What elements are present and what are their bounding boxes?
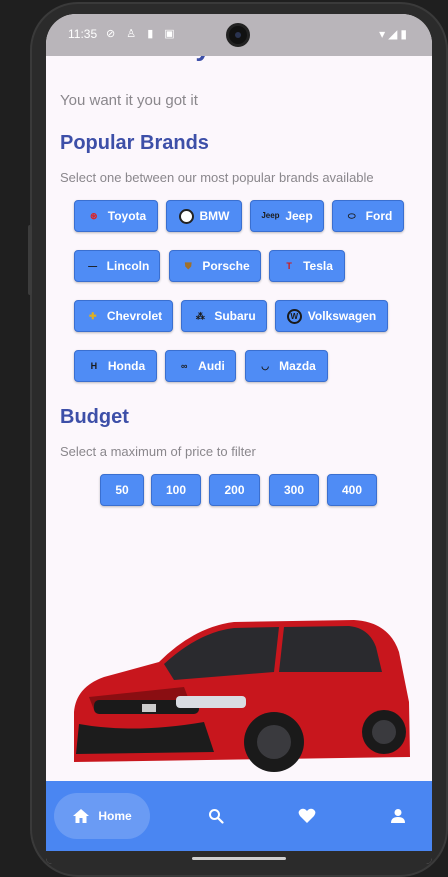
bottom-navigation: Home <box>46 781 432 851</box>
search-icon <box>209 809 224 824</box>
brand-label: Honda <box>107 359 146 373</box>
brand-chip-chevrolet[interactable]: ✚ Chevrolet <box>74 300 173 332</box>
brand-chip-mazda[interactable]: ◡ Mazda <box>245 350 328 382</box>
lincoln-logo-icon: ― <box>88 261 98 271</box>
brand-chip-toyota[interactable]: ⊛ Toyota <box>74 200 158 232</box>
brands-heading: Popular Brands <box>60 132 209 154</box>
budget-option-50[interactable]: 50 <box>100 474 144 506</box>
nav-home[interactable]: Home <box>54 793 150 839</box>
brand-label: Chevrolet <box>106 309 163 323</box>
volkswagen-logo-icon: W <box>286 308 302 324</box>
ford-logo-icon: ⬭ <box>347 211 356 221</box>
car-image <box>74 620 410 772</box>
brand-chip-ford[interactable]: ⬭ Ford <box>332 200 404 232</box>
side-button <box>28 225 32 295</box>
brand-label: Subaru <box>214 309 256 323</box>
nav-favorites[interactable] <box>287 793 327 839</box>
home-icon <box>73 809 90 823</box>
status-bar: 11:35 ⊘ ♙ ▮ ▣ ▾◢▮ <box>46 14 432 56</box>
mazda-logo-icon: ◡ <box>261 361 270 371</box>
brand-label: Lincoln <box>106 259 150 273</box>
brand-chip-porsche[interactable]: ⛊ Porsche <box>169 250 261 282</box>
brand-label: BMW <box>199 209 230 223</box>
brand-label: Toyota <box>107 209 147 223</box>
nav-home-label: Home <box>98 809 132 823</box>
brand-chip-bmw[interactable]: BMW <box>166 200 242 232</box>
brand-chip-tesla[interactable]: T Tesla <box>269 250 345 282</box>
home-indicator[interactable] <box>192 857 286 860</box>
subaru-logo-icon: ⁂ <box>195 311 205 321</box>
bmw-logo-icon <box>178 208 194 224</box>
brand-chip-volkswagen[interactable]: W Volkswagen <box>275 300 388 332</box>
brand-label: Porsche <box>202 259 250 273</box>
status-time: 11:35 <box>68 27 98 41</box>
porsche-logo-icon: ⛊ <box>184 261 192 271</box>
app-screen: Drive in style You want it you got it Po… <box>46 14 432 864</box>
nav-profile[interactable] <box>378 793 418 839</box>
person-icon <box>391 809 405 823</box>
brand-label: Ford <box>365 209 393 223</box>
brand-chip-jeep[interactable]: Jeep Jeep <box>250 200 324 232</box>
brand-label: Audi <box>198 359 225 373</box>
signal-battery-icons: ▾◢▮ <box>379 27 410 41</box>
page-subtitle: You want it you got it <box>60 92 198 109</box>
brand-label: Tesla <box>303 259 333 273</box>
front-camera <box>226 23 250 47</box>
heart-icon <box>298 808 316 823</box>
brand-chip-subaru[interactable]: ⁂ Subaru <box>181 300 267 332</box>
notification-icons: ⊘ ♙ ▮ ▣ <box>106 28 179 40</box>
jeep-logo-icon: Jeep <box>261 211 280 220</box>
brands-hint: Select one between our most popular bran… <box>60 170 374 185</box>
toyota-logo-icon: ⊛ <box>89 211 98 221</box>
budget-hint: Select a maximum of price to filter <box>60 444 256 459</box>
honda-logo-icon: H <box>90 361 98 371</box>
brand-chip-honda[interactable]: H Honda <box>74 350 157 382</box>
budget-option-200[interactable]: 200 <box>209 474 260 506</box>
audi-logo-icon: ∞ <box>180 361 188 371</box>
tesla-logo-icon: T <box>286 261 292 271</box>
budget-option-100[interactable]: 100 <box>151 474 201 506</box>
brand-label: Volkswagen <box>307 309 377 323</box>
brand-label: Jeep <box>285 209 313 223</box>
brand-label: Mazda <box>279 359 316 373</box>
brand-chip-lincoln[interactable]: ― Lincoln <box>74 250 160 282</box>
budget-heading: Budget <box>60 406 129 428</box>
budget-option-300[interactable]: 300 <box>269 474 319 506</box>
budget-option-400[interactable]: 400 <box>327 474 377 506</box>
chevrolet-logo-icon: ✚ <box>89 311 97 321</box>
nav-search[interactable] <box>196 793 236 839</box>
brand-chip-audi[interactable]: ∞ Audi <box>165 350 236 382</box>
